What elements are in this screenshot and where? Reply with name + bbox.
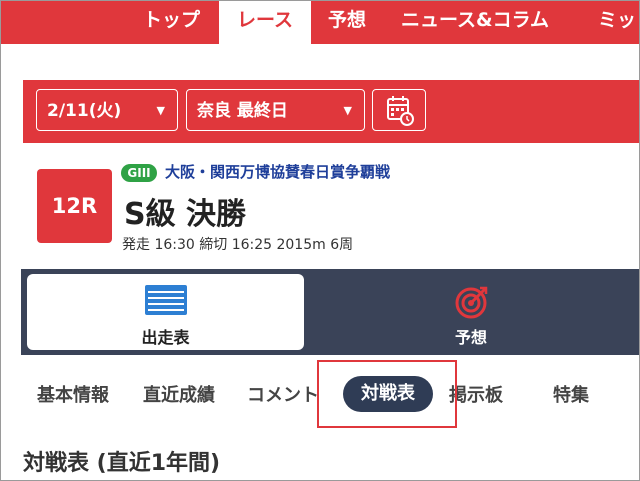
venue-select[interactable]: 奈良 最終日 ▼ bbox=[186, 89, 365, 131]
nav-tab-news-column[interactable]: ニュース&コラム bbox=[401, 1, 549, 44]
race-info: 発走 16:30 締切 16:25 2015m 6周 bbox=[122, 237, 354, 253]
chevron-down-icon: ▼ bbox=[156, 104, 165, 117]
race-number-badge: 12R bbox=[37, 169, 112, 243]
tab-prediction[interactable]: 予想 bbox=[311, 274, 631, 350]
top-navigation: トップ レース 予想 ニュース&コラム ミッ bbox=[1, 1, 639, 44]
nav-tab-prediction[interactable]: 予想 bbox=[328, 1, 366, 44]
race-filter-bar: 2/11(火) ▼ 奈良 最終日 ▼ bbox=[23, 80, 639, 143]
tab-entry-table-label: 出走表 bbox=[141, 328, 190, 347]
subtab-feature[interactable]: 特集 bbox=[553, 381, 589, 407]
date-select[interactable]: 2/11(火) ▼ bbox=[36, 89, 178, 131]
subtab-bulletin-board[interactable]: 掲示板 bbox=[449, 381, 503, 407]
race-title: S級 決勝 bbox=[124, 197, 247, 232]
date-select-value: 2/11(火) bbox=[47, 101, 122, 121]
nav-tab-more[interactable]: ミッ bbox=[598, 1, 636, 44]
venue-select-value: 奈良 最終日 bbox=[197, 101, 288, 121]
entry-table-icon bbox=[145, 285, 187, 315]
grade-badge: GIII bbox=[121, 164, 157, 182]
target-icon bbox=[455, 286, 488, 319]
tab-entry-table[interactable]: 出走表 bbox=[27, 274, 304, 350]
main-tabs: 出走表 予想 bbox=[21, 269, 639, 355]
chevron-down-icon: ▼ bbox=[343, 104, 352, 117]
calendar-button[interactable] bbox=[372, 89, 426, 131]
subtab-recent-results[interactable]: 直近成績 bbox=[143, 381, 215, 407]
nav-tab-race[interactable]: レース bbox=[219, 1, 311, 44]
section-title: 対戦表 (直近1年間) bbox=[23, 451, 221, 476]
calendar-refresh-icon bbox=[387, 96, 414, 126]
nav-tab-top[interactable]: トップ bbox=[143, 1, 205, 44]
highlight-box bbox=[317, 360, 457, 428]
page: トップ レース 予想 ニュース&コラム ミッ 2/11(火) ▼ 奈良 最終日 … bbox=[0, 0, 640, 481]
tab-prediction-label: 予想 bbox=[454, 328, 487, 347]
race-name: 大阪・関西万博協賛春日賞争覇戦 bbox=[165, 163, 391, 181]
subtab-comment[interactable]: コメント bbox=[247, 381, 319, 407]
subtab-basic-info[interactable]: 基本情報 bbox=[37, 381, 109, 407]
